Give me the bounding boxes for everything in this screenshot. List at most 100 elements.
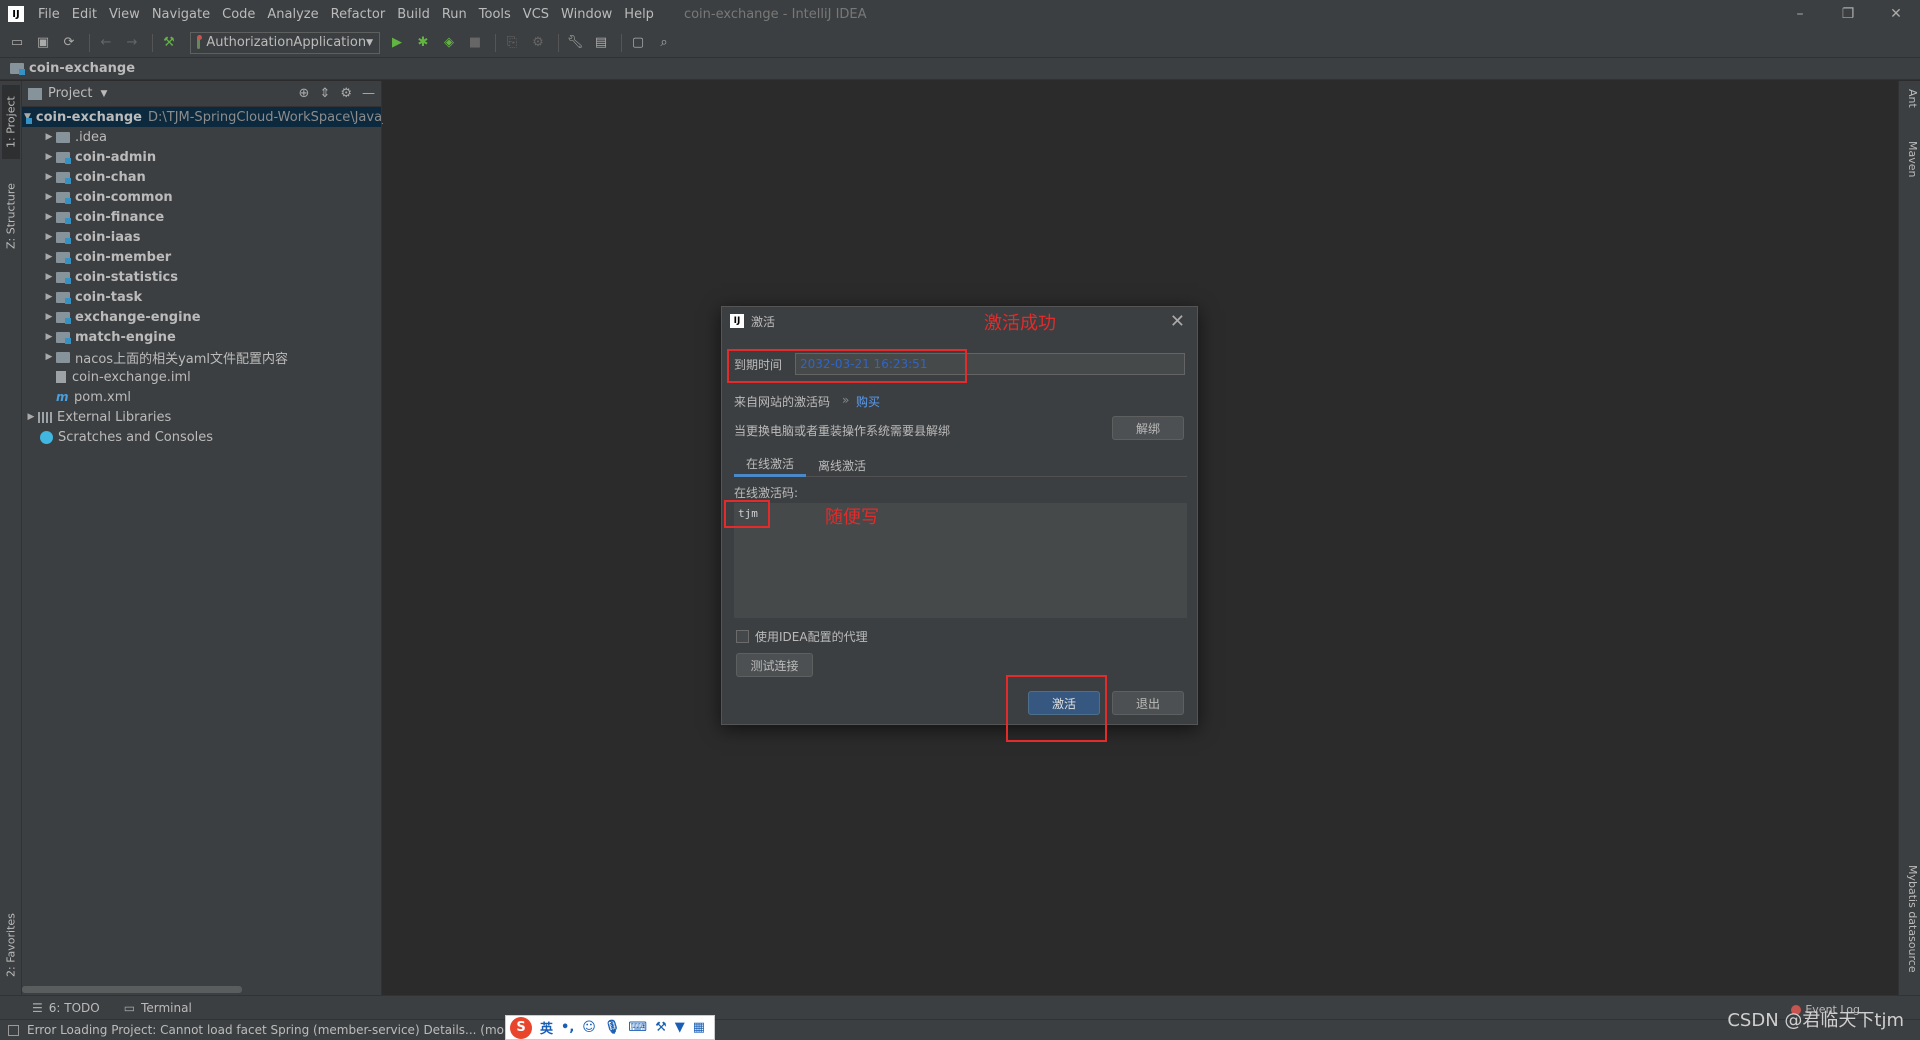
stop-icon[interactable]: ■ — [464, 32, 486, 54]
tab-ant[interactable]: Ant — [1901, 89, 1919, 108]
save-icon[interactable]: ▣ — [32, 32, 54, 54]
microphone-icon[interactable]: 🎙︎ — [604, 1020, 621, 1035]
locate-icon[interactable]: ⊕ — [299, 86, 310, 101]
run-configuration-select[interactable]: AuthorizationApplication ▼ — [190, 31, 380, 54]
restore-button[interactable]: ❐ — [1824, 0, 1872, 28]
gear-icon[interactable]: ⚙ — [340, 86, 352, 101]
keyboard-icon[interactable]: ⌨ — [628, 1020, 647, 1035]
sogou-ime-icon[interactable]: S — [510, 1016, 532, 1039]
tab-todo[interactable]: ☰ 6: TODO — [32, 1001, 100, 1015]
tab-mybatis-datasource[interactable]: Mybatis datasource — [1901, 865, 1919, 973]
tab-terminal[interactable]: ▭ Terminal — [124, 1001, 192, 1015]
tree-item[interactable]: coin-exchange.iml — [22, 367, 381, 387]
expand-arrow-icon[interactable]: ▶ — [42, 332, 56, 342]
tree-item[interactable]: ▶ coin-task — [22, 287, 381, 307]
test-connection-button[interactable]: 测试连接 — [736, 653, 813, 677]
collapse-all-icon[interactable]: ⇕ — [319, 86, 330, 101]
expand-arrow-icon[interactable]: ▶ — [24, 412, 38, 422]
menu-analyze[interactable]: Analyze — [261, 7, 324, 22]
close-icon[interactable]: ✕ — [1170, 311, 1185, 332]
tree-item[interactable]: ▶ coin-statistics — [22, 267, 381, 287]
attach-icon[interactable]: ⎘ — [501, 32, 523, 54]
expand-arrow-icon[interactable]: ▶ — [42, 252, 56, 262]
tab-maven[interactable]: Maven — [1901, 141, 1919, 177]
expand-arrow-icon[interactable]: ▶ — [42, 152, 56, 162]
grid-menu-icon[interactable]: ▦ — [693, 1020, 705, 1035]
tree-item[interactable]: ▶ coin-member — [22, 247, 381, 267]
menu-navigate[interactable]: Navigate — [146, 7, 216, 22]
menu-window[interactable]: Window — [555, 7, 618, 22]
project-structure-icon[interactable]: ▤ — [590, 32, 612, 54]
menu-help[interactable]: Help — [618, 7, 660, 22]
tree-item[interactable]: ▶ External Libraries — [22, 407, 381, 427]
profiler-icon[interactable]: ⚙ — [527, 32, 549, 54]
emoji-icon[interactable]: ☺ — [582, 1020, 596, 1035]
forward-icon[interactable]: → — [121, 32, 143, 54]
horizontal-scrollbar[interactable] — [22, 986, 242, 993]
expand-arrow-icon[interactable]: ▶ — [42, 132, 56, 142]
build-hammer-icon[interactable]: ⚒ — [158, 32, 180, 54]
expand-arrow-icon[interactable]: ▶ — [42, 232, 56, 242]
menu-build[interactable]: Build — [391, 7, 436, 22]
tab-favorites[interactable]: 2: Favorites — [2, 901, 20, 989]
tab-project[interactable]: 1: Project — [2, 85, 20, 159]
ime-language-toggle[interactable]: 英 — [540, 1018, 553, 1037]
expand-arrow-icon[interactable]: ▶ — [42, 212, 56, 222]
breadcrumb-project[interactable]: coin-exchange — [29, 61, 135, 76]
tree-item[interactable]: ▶ coin-chan — [22, 167, 381, 187]
tree-item[interactable]: m pom.xml — [22, 387, 381, 407]
tab-online-activation[interactable]: 在线激活 — [734, 453, 807, 477]
tree-item[interactable]: ▶ .idea — [22, 127, 381, 147]
debug-icon[interactable]: ✱ — [412, 32, 434, 54]
tab-offline-activation[interactable]: 离线激活 — [806, 453, 878, 477]
expand-arrow-icon[interactable]: ▶ — [42, 312, 56, 322]
unbind-button[interactable]: 解绑 — [1112, 416, 1184, 440]
wrench-icon[interactable]: 🔧︎ — [564, 32, 586, 54]
tree-item[interactable]: ▶ exchange-engine — [22, 307, 381, 327]
expand-arrow-icon[interactable]: ▶ — [42, 192, 56, 202]
menu-view[interactable]: View — [103, 7, 146, 22]
chevron-down-icon[interactable]: ▼ — [100, 89, 107, 99]
expand-arrow-icon[interactable]: ▶ — [42, 272, 56, 282]
proxy-checkbox[interactable] — [736, 630, 749, 643]
layout-icon[interactable]: ▢ — [627, 32, 649, 54]
project-view-select[interactable]: Project — [48, 86, 92, 101]
expand-arrow-icon[interactable]: ▶ — [42, 352, 56, 362]
close-window-button[interactable]: ✕ — [1872, 0, 1920, 28]
annotation-write-anything: 随便写 — [825, 507, 879, 528]
run-icon[interactable]: ▶ — [386, 32, 408, 54]
coverage-icon[interactable]: ◈ — [438, 32, 460, 54]
minimize-button[interactable]: – — [1776, 0, 1824, 28]
tree-item[interactable]: Scratches and Consoles — [22, 427, 381, 447]
menu-vcs[interactable]: VCS — [517, 7, 555, 22]
activation-code-input[interactable]: tjm — [734, 503, 1187, 618]
skin-icon[interactable]: ▼ — [675, 1020, 685, 1035]
open-folder-icon[interactable]: ▭ — [6, 32, 28, 54]
toolbox-icon[interactable]: ⚒ — [655, 1020, 667, 1035]
tree-item[interactable]: ▶ coin-iaas — [22, 227, 381, 247]
tree-item[interactable]: ▶ nacos上面的相关yaml文件配置内容 — [22, 347, 381, 367]
hide-icon[interactable]: — — [362, 86, 375, 101]
tree-item[interactable]: ▶ match-engine — [22, 327, 381, 347]
punctuation-icon[interactable]: •, — [561, 1020, 574, 1035]
menu-tools[interactable]: Tools — [473, 7, 517, 22]
menu-refactor[interactable]: Refactor — [325, 7, 392, 22]
proxy-checkbox-row[interactable]: 使用IDEA配置的代理 — [736, 628, 868, 645]
expand-arrow-icon[interactable]: ▶ — [42, 172, 56, 182]
menu-code[interactable]: Code — [216, 7, 261, 22]
tree-item[interactable]: ▶ coin-finance — [22, 207, 381, 227]
tab-structure[interactable]: Z: Structure — [2, 173, 20, 259]
exit-button[interactable]: 退出 — [1112, 691, 1184, 715]
menu-file[interactable]: File — [32, 7, 66, 22]
sync-icon[interactable]: ⟳ — [58, 32, 80, 54]
status-message[interactable]: Error Loading Project: Cannot load facet… — [27, 1023, 528, 1037]
buy-link[interactable]: 购买 — [856, 393, 880, 410]
tree-root[interactable]: ▼ coin-exchange D:\TJM-SpringCloud-WorkS… — [22, 107, 389, 127]
back-icon[interactable]: ← — [95, 32, 117, 54]
tree-item[interactable]: ▶ coin-admin — [22, 147, 381, 167]
search-icon[interactable]: ⌕ — [653, 32, 675, 54]
menu-edit[interactable]: Edit — [66, 7, 103, 22]
tree-item[interactable]: ▶ coin-common — [22, 187, 381, 207]
menu-run[interactable]: Run — [436, 7, 473, 22]
expand-arrow-icon[interactable]: ▶ — [42, 292, 56, 302]
